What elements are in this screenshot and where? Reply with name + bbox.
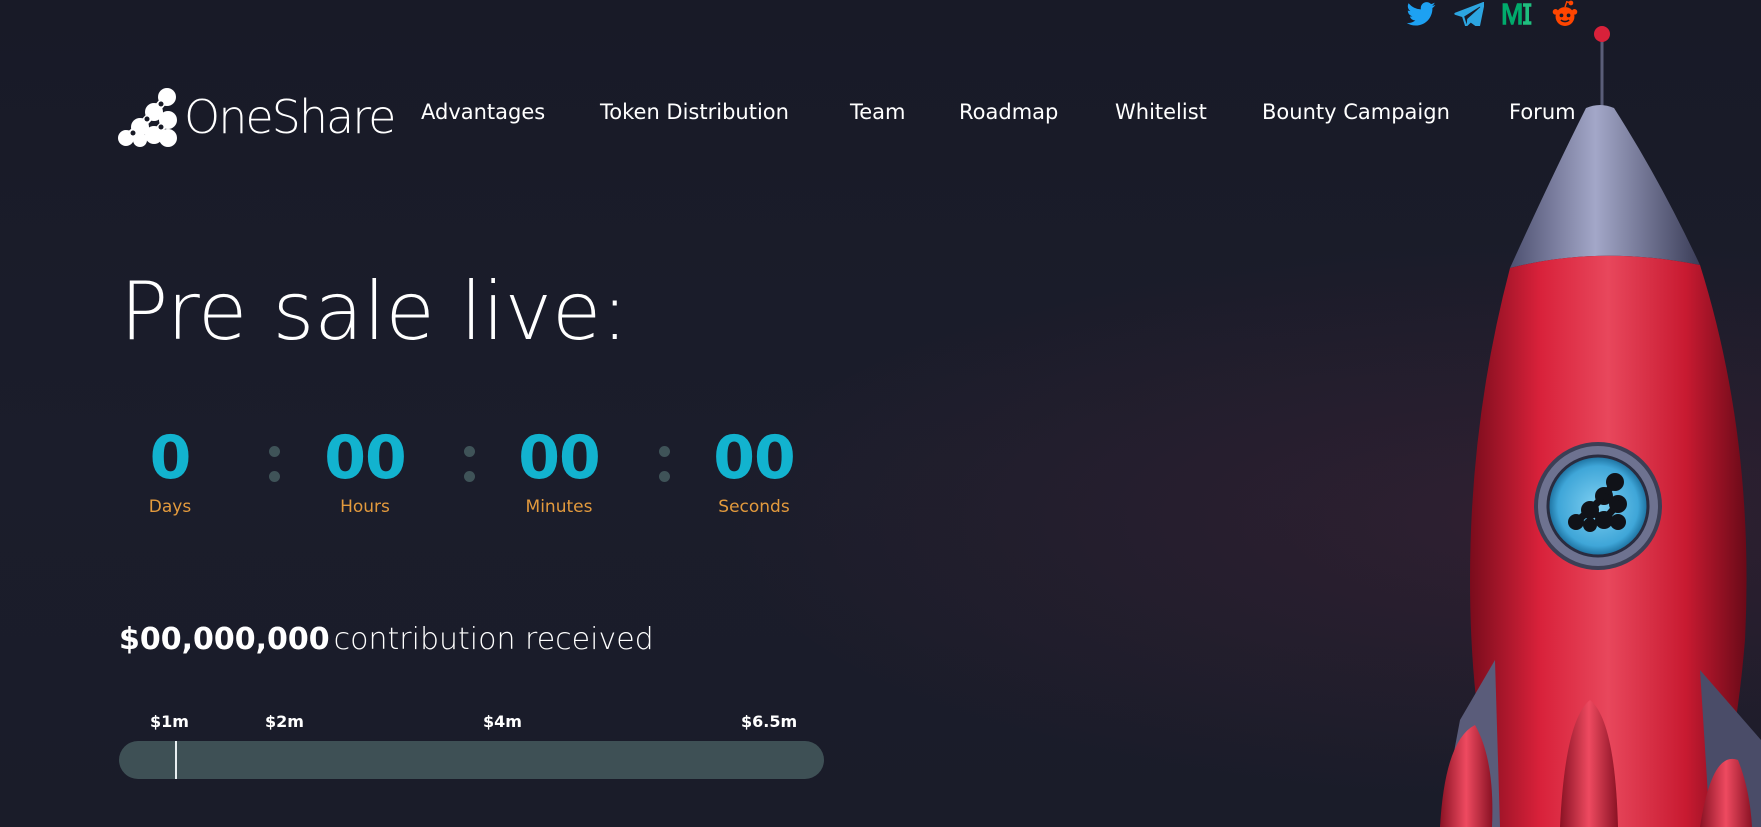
milestone-label: $1m [150,712,189,731]
milestone-label: $2m [265,712,304,731]
progress-marker-1m [175,741,177,779]
countdown-separator [659,446,671,486]
presale-title: Pre sale live: [120,265,629,358]
nav-team[interactable]: Team [850,100,906,124]
countdown-separator [464,446,476,486]
oneshare-logo[interactable]: OneShare [118,84,396,150]
nav-token-distribution[interactable]: Token Distribution [600,100,789,124]
progress-bar [119,741,824,779]
rocket-illustration [1440,26,1761,827]
countdown-days-value: 0 [149,423,192,493]
countdown-hours-value: 00 [324,423,407,493]
oneshare-logo-icon [118,88,177,147]
page: OneShare Advantages Token Distribution T… [0,0,1761,827]
nav-roadmap[interactable]: Roadmap [959,100,1058,124]
nav-advantages[interactable]: Advantages [421,100,545,124]
milestone-label: $6.5m [741,712,798,731]
nav-whitelist[interactable]: Whitelist [1115,100,1207,124]
countdown-minutes-label: Minutes [525,497,593,517]
milestone-label: $4m [483,712,522,731]
countdown-seconds-value: 00 [713,423,796,493]
countdown-minutes-value: 00 [518,423,601,493]
countdown-hours-label: Hours [340,497,390,517]
contribution-summary: $00,000,000 contribution received [119,622,654,657]
contribution-text: contribution received [333,622,654,657]
countdown-separator [269,446,281,486]
countdown-days: 0 Days [100,428,240,517]
logo-text: OneShare [184,90,396,144]
countdown-seconds: 00 Seconds [684,428,824,517]
countdown-days-label: Days [148,497,192,517]
countdown-hours: 00 Hours [295,428,435,517]
countdown-seconds-label: Seconds [718,497,790,517]
contribution-amount: $00,000,000 [119,622,330,657]
countdown-minutes: 00 Minutes [489,428,629,517]
